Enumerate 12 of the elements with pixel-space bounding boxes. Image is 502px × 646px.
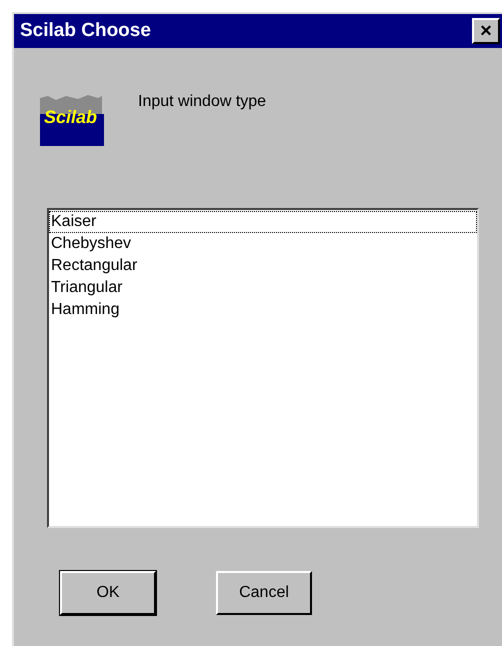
- list-box[interactable]: Kaiser Chebyshev Rectangular Triangular Hamming: [47, 208, 479, 528]
- list-item[interactable]: Chebyshev: [49, 233, 477, 255]
- list-item[interactable]: Rectangular: [49, 255, 477, 277]
- list-item[interactable]: Triangular: [49, 277, 477, 299]
- dialog-button[interactable]: OK: [60, 571, 156, 615]
- close-button[interactable]: ×: [472, 18, 500, 44]
- prompt-text: Input window type: [138, 92, 266, 112]
- dialog-button[interactable]: Cancel: [216, 571, 312, 615]
- logo: Scilab: [38, 94, 104, 146]
- list-item[interactable]: Hamming: [49, 299, 477, 321]
- list-item[interactable]: Kaiser: [49, 211, 477, 233]
- window-title: Scilab Choose: [20, 18, 151, 43]
